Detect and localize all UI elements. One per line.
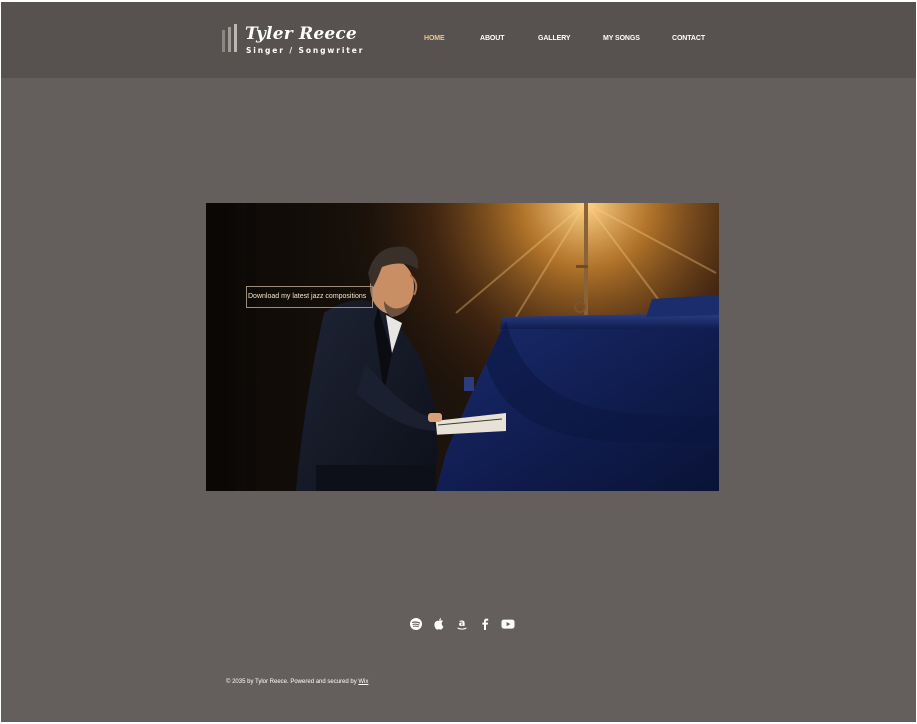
nav-item-my-songs[interactable]: MY SONGS [603, 35, 640, 42]
footer-copyright: © 2035 by Tylor Reece. Powered and secur… [226, 679, 368, 685]
site-tagline: Singer / Songwriter [246, 46, 365, 55]
pianist-photo [206, 203, 719, 491]
nav-item-home[interactable]: HOME [424, 35, 445, 42]
nav-item-contact[interactable]: CONTACT [672, 35, 705, 42]
logo-icon[interactable] [222, 24, 238, 52]
spotify-icon[interactable] [409, 617, 423, 631]
facebook-icon[interactable] [478, 617, 492, 631]
download-compositions-button[interactable]: Download my latest jazz compositions [246, 286, 373, 308]
svg-text:a: a [459, 618, 466, 629]
site-header: Tyler Reece Singer / Songwriter HOME ABO… [1, 2, 916, 78]
apple-icon[interactable] [432, 617, 446, 631]
site-title[interactable]: Tyler Reece [245, 24, 357, 44]
page: Tyler Reece Singer / Songwriter HOME ABO… [1, 2, 916, 722]
youtube-icon[interactable] [501, 617, 515, 631]
nav-item-about[interactable]: ABOUT [480, 35, 504, 42]
footer-text: © 2035 by Tylor Reece. Powered and secur… [226, 679, 359, 685]
amazon-icon[interactable]: a [455, 617, 469, 631]
nav-item-gallery[interactable]: GALLERY [538, 35, 571, 42]
wix-link[interactable]: Wix [358, 679, 368, 685]
hero-image: Download my latest jazz compositions [206, 203, 719, 491]
